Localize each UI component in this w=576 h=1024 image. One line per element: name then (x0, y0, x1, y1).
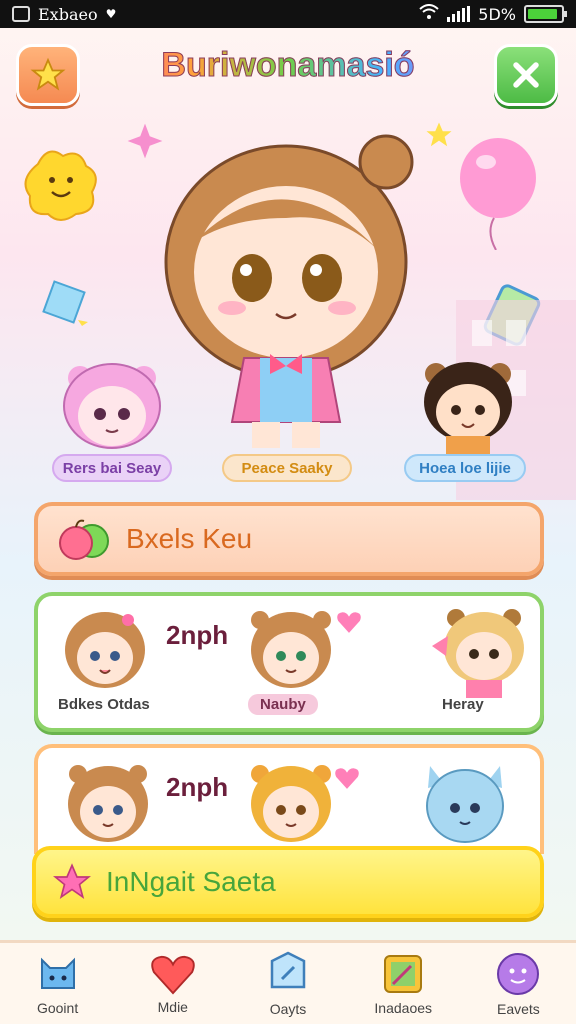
game-title: Buriwonamasió (100, 46, 476, 85)
close-icon (513, 62, 539, 88)
character-label[interactable]: Hoea loe lijie (404, 454, 526, 482)
character-left[interactable] (60, 362, 164, 452)
star-icon (30, 57, 66, 91)
nav-label: Oayts (269, 1000, 307, 1017)
yellow-bar-title: InNgait Saeta (106, 866, 276, 897)
menu-bar-title: Bxels Keu (126, 523, 253, 554)
nav-item-eavets[interactable]: Eavets (461, 943, 576, 1024)
nav-label: Mdie (157, 998, 188, 1015)
player-avatar (65, 612, 145, 688)
bottom-nav: Gooint Mdie Oayts Inadaoes Eavets (0, 940, 576, 1024)
star-button[interactable] (16, 44, 80, 106)
status-app-name: Exbaeo (38, 4, 98, 24)
nav-item-gooint[interactable]: Gooint (0, 943, 115, 1024)
nav-label: Gooint (36, 999, 79, 1016)
heart-icon (335, 768, 359, 789)
wifi-icon (419, 4, 439, 24)
signal-icon (447, 6, 471, 22)
main-character[interactable] (140, 122, 430, 454)
player-avatar (432, 609, 524, 698)
player-name: Heray (442, 696, 484, 713)
close-button[interactable] (494, 44, 558, 106)
player-name: Bdkes Otdas (58, 696, 150, 713)
heart-icon (337, 612, 361, 633)
shield-icon (270, 951, 306, 988)
gem-icon (42, 280, 88, 326)
book-icon (384, 954, 423, 993)
score-text: 2nph (166, 772, 229, 802)
nav-label: Eavets (497, 1000, 540, 1017)
score-text: 2nph (166, 620, 229, 650)
player-avatar (426, 766, 504, 843)
status-bar: Exbaeo ♥ 5D% (0, 0, 576, 28)
nav-item-mdie[interactable]: Mdie (115, 943, 230, 1024)
player-avatar (68, 765, 148, 842)
yellow-bar-button[interactable]: InNgait Saeta (32, 846, 544, 918)
match-panel[interactable]: 2nph Bdkes Otdas Nauby Heray (34, 592, 544, 732)
heart-icon (151, 955, 195, 995)
player-name: Nauby (248, 694, 318, 715)
player-avatar (251, 765, 331, 842)
match-panel[interactable]: 2nph (34, 744, 544, 854)
sun-blob-decoration (24, 150, 97, 221)
battery-text: 5D% (478, 4, 516, 24)
character-right[interactable] (420, 360, 516, 454)
star-icon (52, 863, 92, 899)
cat-icon (40, 957, 75, 989)
app-icon (12, 6, 30, 22)
download-icon: ♥ (105, 7, 117, 21)
nav-item-oayts[interactable]: Oayts (230, 943, 345, 1024)
menu-bar-button[interactable]: Bxels Keu (34, 502, 544, 576)
character-label[interactable]: Rers bai Seay (52, 454, 172, 482)
player-avatar (251, 611, 331, 688)
battery-icon (524, 5, 567, 23)
nav-label: Inadaoes (374, 999, 433, 1016)
nav-item-inadaoes[interactable]: Inadaoes (346, 943, 461, 1024)
character-label[interactable]: Peace Saaky (222, 454, 352, 482)
balloon-icon (460, 138, 536, 250)
apple-icon (59, 519, 109, 560)
face-icon (497, 952, 540, 995)
